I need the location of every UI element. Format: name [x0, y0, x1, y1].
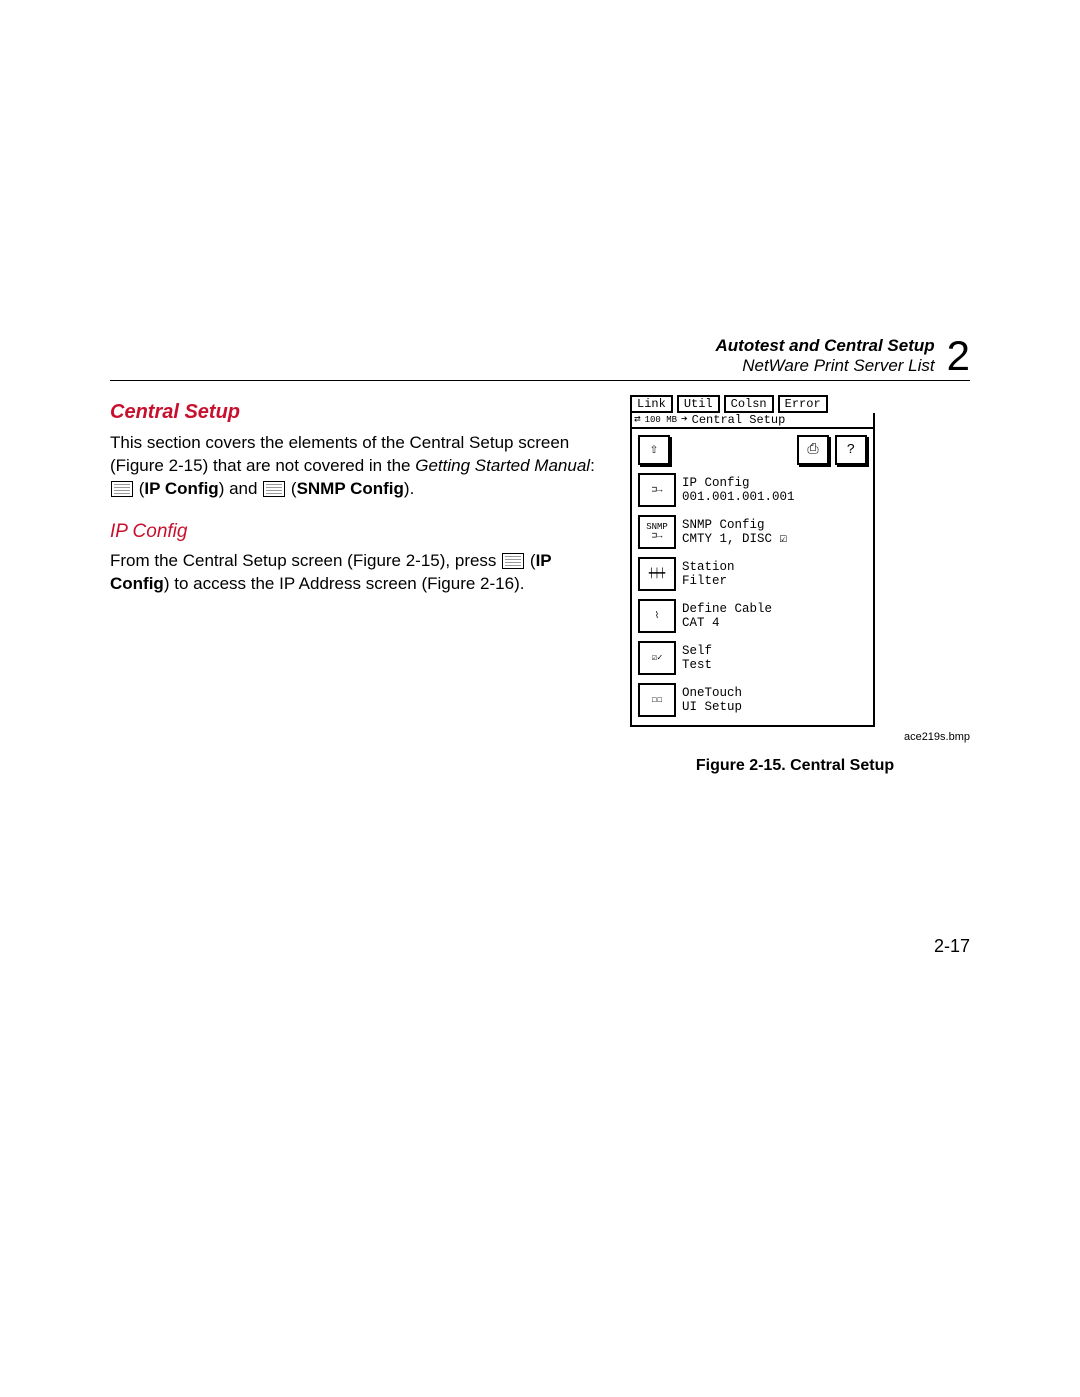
- arrow-icon: ➔: [681, 415, 688, 426]
- figure-caption: Figure 2-15. Central Setup: [665, 757, 925, 775]
- section-heading-central-setup: Central Setup: [110, 399, 600, 426]
- menu-item-snmp-config: SNMP ⊐→ SNMP Config CMTY 1, DISC ☑: [638, 515, 867, 549]
- menu-item-station-filter: ┿┿┿ Station Filter: [638, 557, 867, 591]
- ip-config-icon: [111, 481, 133, 497]
- menu-item-define-cable: ⌇ Define Cable CAT 4: [638, 599, 867, 633]
- text: .: [410, 479, 415, 498]
- header-subtitle: NetWare Print Server List: [742, 356, 934, 376]
- text: and: [224, 479, 262, 498]
- tab-link: Link: [630, 395, 673, 413]
- ip-config-paragraph: From the Central Setup screen (Figure 2-…: [110, 550, 600, 596]
- station-filter-item-icon: ┿┿┿: [638, 557, 676, 591]
- manual-name: Getting Started Manual: [415, 456, 590, 475]
- print-button: ⎙: [797, 435, 829, 465]
- header-title: Autotest and Central Setup: [716, 336, 935, 356]
- text-column: Central Setup This section covers the el…: [110, 395, 600, 775]
- screenshot-title-row: ⇄ 100 MB ➔ Central Setup: [630, 413, 875, 429]
- self-test-item-label: Self Test: [682, 644, 712, 673]
- chapter-number: 2: [947, 335, 970, 377]
- screenshot-toolbar: ⇧ ⎙ ?: [638, 435, 867, 465]
- text: to access the IP Address screen (Figure …: [170, 574, 525, 593]
- help-button: ?: [835, 435, 867, 465]
- define-cable-item-icon: ⌇: [638, 599, 676, 633]
- header-rule: [110, 380, 970, 381]
- snmp-config-label: SNMP Config: [297, 479, 404, 498]
- section-heading-ip-config: IP Config: [110, 519, 600, 545]
- screen-title: Central Setup: [692, 414, 786, 426]
- page-header: Autotest and Central Setup NetWare Print…: [716, 335, 970, 377]
- text: From the Central Setup screen (Figure 2-…: [110, 551, 501, 570]
- screenshot-tabs: Link Util Colsn Error: [630, 395, 875, 413]
- menu-item-ip-config: ⊐→ IP Config 001.001.001.001: [638, 473, 867, 507]
- bmp-filename: ace219s.bmp: [904, 731, 970, 743]
- page-number: 2-17: [934, 936, 970, 957]
- ip-config-label: IP Config: [144, 479, 218, 498]
- up-button: ⇧: [638, 435, 670, 465]
- snmp-config-item-icon: SNMP ⊐→: [638, 515, 676, 549]
- central-setup-paragraph: This section covers the elements of the …: [110, 432, 600, 501]
- snmp-config-item-label: SNMP Config CMTY 1, DISC ☑: [682, 518, 787, 547]
- ui-setup-item-label: OneTouch UI Setup: [682, 686, 742, 715]
- station-filter-item-label: Station Filter: [682, 560, 735, 589]
- ui-setup-item-icon: ☐☐: [638, 683, 676, 717]
- figure-column: Link Util Colsn Error ⇄ 100 MB ➔ Central…: [620, 395, 970, 775]
- tab-error: Error: [778, 395, 828, 413]
- tab-colsn: Colsn: [724, 395, 774, 413]
- speed-icon: ⇄: [634, 415, 641, 426]
- snmp-config-icon: [263, 481, 285, 497]
- ip-config-item-icon: ⊐→: [638, 473, 676, 507]
- ip-config-item-label: IP Config 001.001.001.001: [682, 476, 795, 505]
- tab-util: Util: [677, 395, 720, 413]
- menu-item-self-test: ☑✓ Self Test: [638, 641, 867, 675]
- speed-label: 100 MB: [645, 416, 677, 425]
- device-screenshot: Link Util Colsn Error ⇄ 100 MB ➔ Central…: [630, 395, 875, 727]
- text: :: [590, 456, 595, 475]
- menu-item-ui-setup: ☐☐ OneTouch UI Setup: [638, 683, 867, 717]
- ip-config-icon: [502, 553, 524, 569]
- self-test-item-icon: ☑✓: [638, 641, 676, 675]
- define-cable-item-label: Define Cable CAT 4: [682, 602, 772, 631]
